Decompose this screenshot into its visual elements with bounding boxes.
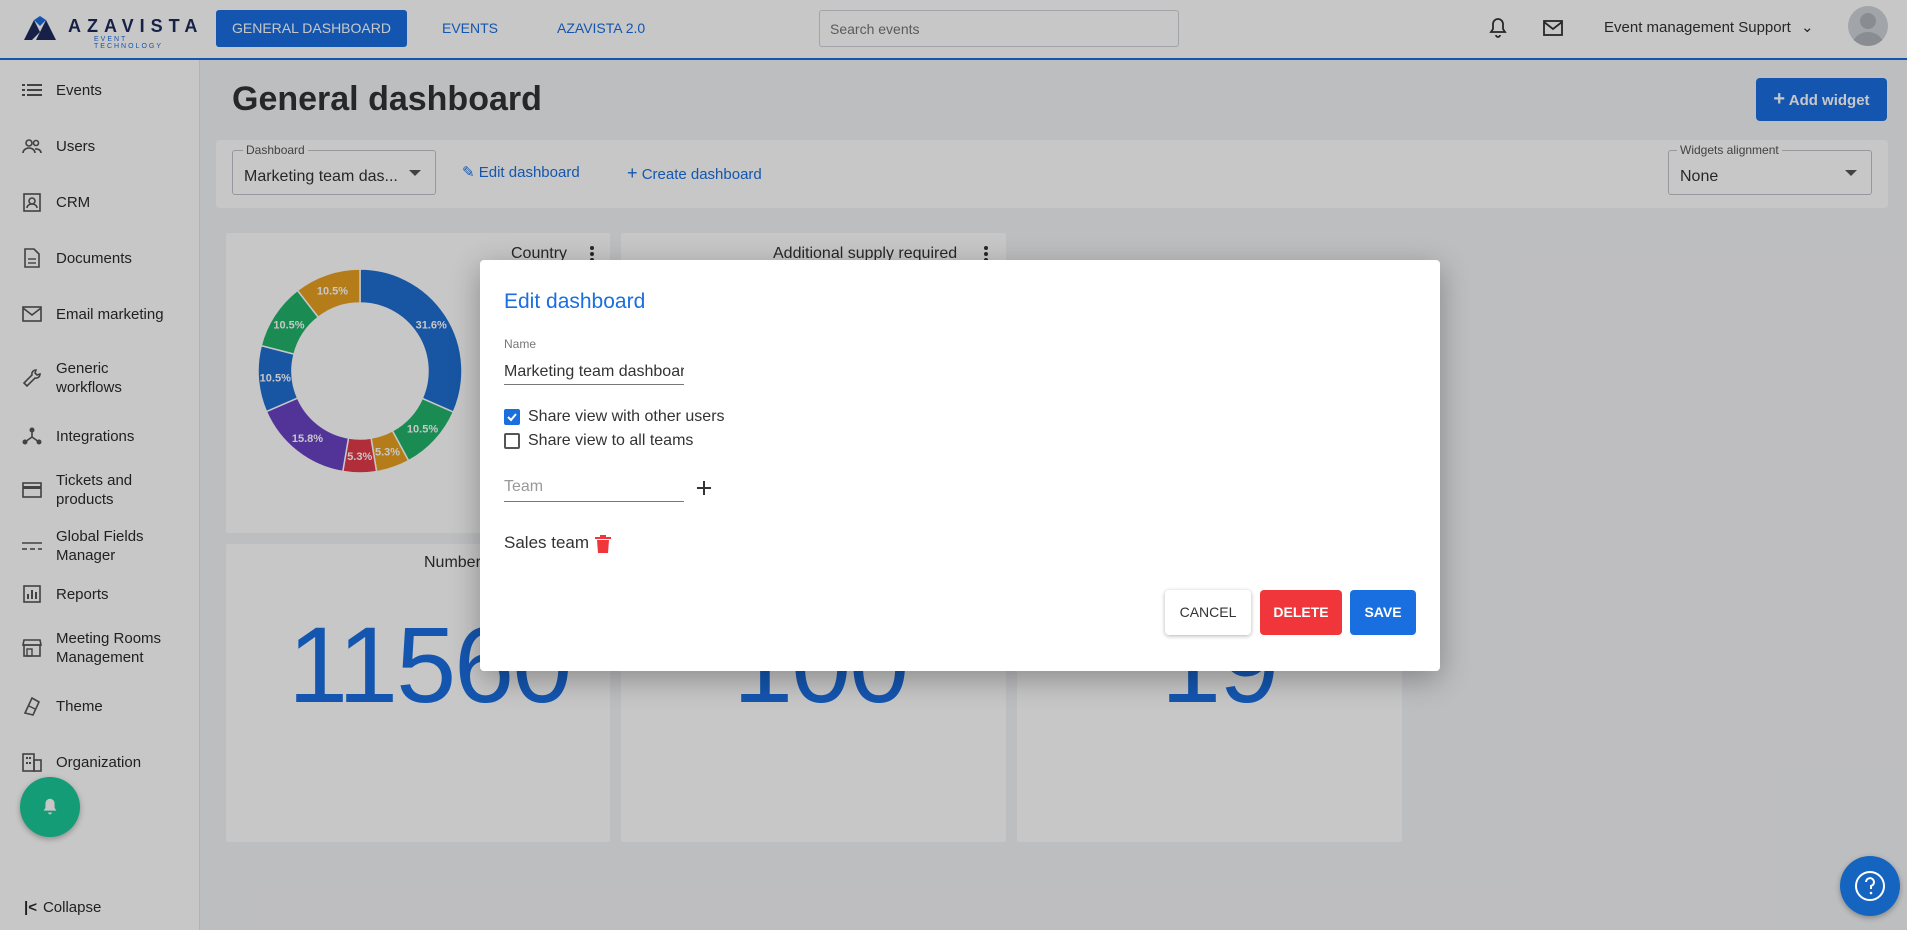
- share-teams-checkbox[interactable]: Share view to all teams: [504, 432, 693, 450]
- team-item: Sales team: [504, 533, 590, 552]
- share-users-label: Share view with other users: [528, 408, 725, 425]
- save-button[interactable]: SAVE: [1350, 590, 1416, 635]
- share-users-checkbox[interactable]: Share view with other users: [504, 408, 725, 426]
- share-teams-label: Share view to all teams: [528, 432, 694, 449]
- help-button[interactable]: [1840, 856, 1900, 916]
- add-team-plus-icon[interactable]: [694, 478, 714, 498]
- checkbox-unchecked-icon: [504, 433, 520, 449]
- edit-dashboard-dialog: Edit dashboard Name Share view with othe…: [480, 260, 1440, 671]
- trash-icon[interactable]: [594, 534, 612, 554]
- cancel-button[interactable]: CANCEL: [1165, 590, 1251, 635]
- dashboard-name-field[interactable]: [504, 355, 684, 385]
- checkbox-checked-icon: [504, 409, 520, 425]
- team-input[interactable]: [504, 472, 684, 502]
- name-field-caption: Name: [504, 337, 537, 351]
- dialog-title: Edit dashboard: [504, 290, 646, 313]
- help-icon: [1855, 871, 1885, 901]
- delete-button[interactable]: DELETE: [1260, 590, 1342, 635]
